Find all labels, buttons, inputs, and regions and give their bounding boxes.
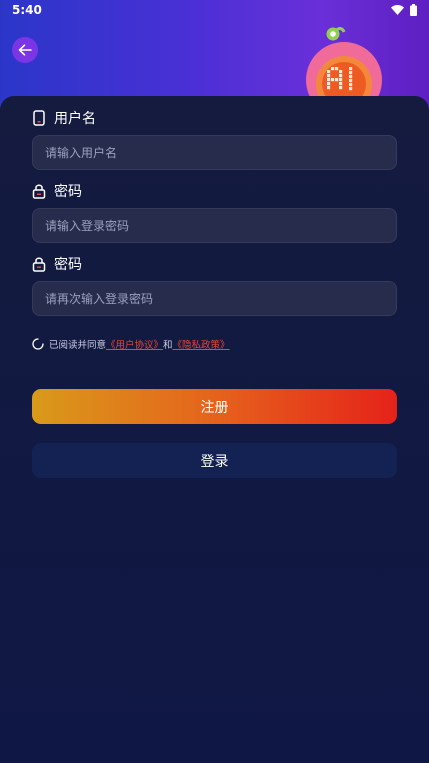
back-button[interactable]: [12, 37, 38, 63]
login-button[interactable]: 登录: [32, 443, 397, 478]
wifi-icon: [391, 5, 404, 15]
battery-icon: [410, 4, 417, 16]
lock-icon: [32, 184, 46, 199]
status-time: 5:40: [12, 3, 42, 17]
user-agreement-link[interactable]: 《用户协议》: [106, 340, 163, 351]
username-label: 用户名: [32, 108, 96, 128]
confirm-password-input[interactable]: [32, 281, 397, 316]
password-input[interactable]: [32, 208, 397, 243]
privacy-policy-link[interactable]: 《隐私政策》: [173, 340, 230, 351]
register-button[interactable]: 注册: [32, 389, 397, 424]
confirm-password-label-text: 密码: [54, 257, 82, 273]
agreement-row: 已阅读并同意《用户协议》和《隐私政策》: [32, 337, 230, 351]
status-bar: 5:40: [0, 0, 429, 20]
lock-icon: [32, 257, 46, 272]
status-icons: [391, 4, 417, 16]
agreement-and: 和: [163, 340, 173, 351]
password-label: 密码: [32, 181, 82, 201]
username-label-text: 用户名: [54, 111, 96, 127]
loading-circle-icon[interactable]: [32, 338, 44, 350]
agreement-prefix: 已阅读并同意: [49, 340, 107, 351]
password-label-text: 密码: [54, 184, 82, 200]
username-input[interactable]: [32, 135, 397, 170]
phone-icon: [33, 110, 45, 126]
confirm-password-label: 密码: [32, 254, 82, 274]
arrow-left-icon: [18, 44, 32, 56]
